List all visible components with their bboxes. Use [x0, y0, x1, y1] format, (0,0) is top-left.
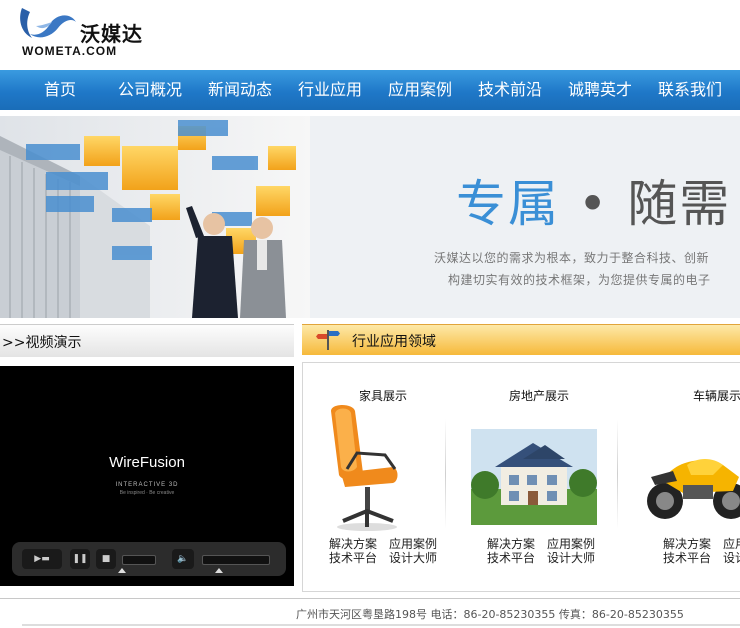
player-title: WireFusion: [109, 454, 185, 471]
footer-bottom-bar: [22, 624, 740, 626]
category-realestate-label[interactable]: 房地产展示: [509, 387, 569, 404]
player-tagline: Be inspired · Be creative: [119, 490, 175, 496]
nav-item-tech[interactable]: 技术前沿: [478, 70, 542, 110]
seek-bar[interactable]: [122, 555, 156, 565]
divider: [445, 419, 446, 529]
banner-slogan-dot: •: [577, 175, 610, 233]
realestate-designer-link[interactable]: 设计大师: [547, 549, 595, 566]
industry-section-header: 行业应用领域: [302, 324, 740, 355]
industry-section-title: 行业应用领域: [352, 334, 436, 350]
banner-image: [0, 116, 310, 318]
banner-description-line1: 沃媒达以您的需求为根本，致力于整合科技、创新: [434, 251, 710, 265]
vehicle-designer-link[interactable]: 设计: [723, 549, 740, 566]
footer-divider: [0, 598, 740, 599]
player-controls: ▶▬ ❚❚ ■ 🔈: [12, 542, 286, 576]
office-chair-image[interactable]: [323, 403, 411, 533]
furniture-designer-link[interactable]: 设计大师: [389, 549, 437, 566]
video-section-title: >>视频演示: [2, 335, 82, 351]
signpost-icon: [316, 328, 340, 352]
footer-contact-info: 广州市天河区粤垦路198号 电话：86-20-85230355 传真：86-20…: [296, 608, 684, 621]
banner-slogan-accent: 专属: [456, 175, 560, 233]
stop-icon[interactable]: ■: [96, 549, 116, 569]
video-section-header: >>视频演示: [0, 324, 294, 357]
furniture-platform-link[interactable]: 技术平台: [329, 549, 377, 566]
banner-slogan-rest: 随需: [627, 175, 732, 233]
volume-bar[interactable]: [202, 555, 270, 565]
seek-handle[interactable]: [118, 568, 126, 573]
nav-item-careers[interactable]: 诚聘英才: [568, 70, 632, 110]
category-vehicle-label[interactable]: 车辆展示: [693, 387, 740, 404]
volume-icon[interactable]: 🔈: [172, 549, 194, 569]
banner-description-line2: 构建切实有效的技术框架，为您提供专属的电子: [448, 273, 711, 287]
main-nav: 首页 公司概况 新闻动态 行业应用 应用案例 技术前沿 诚聘英才 联系我们: [0, 70, 740, 110]
volume-handle[interactable]: [215, 568, 223, 573]
header: 沃媒达 WOMETA.COM: [0, 0, 740, 70]
villa-image[interactable]: [471, 429, 597, 525]
nav-item-home[interactable]: 首页: [44, 70, 76, 110]
logo-text: 沃媒达: [80, 22, 143, 46]
nav-item-news[interactable]: 新闻动态: [208, 70, 272, 110]
nav-item-cases[interactable]: 应用案例: [388, 70, 452, 110]
vehicle-platform-link[interactable]: 技术平台: [663, 549, 711, 566]
realestate-platform-link[interactable]: 技术平台: [487, 549, 535, 566]
play-icon[interactable]: ▶▬: [22, 549, 62, 569]
player-subtitle: INTERACTIVE 3D: [115, 482, 179, 488]
banner-slogan: 专属 • 随需: [456, 164, 731, 236]
category-furniture-label[interactable]: 家具展示: [359, 387, 407, 404]
industry-showcase: 家具展示 解决方案 应用案例 技术平台 设计大师 房地产展示 解决方案 应用案例…: [302, 362, 740, 592]
logo-domain: WOMETA.COM: [22, 44, 118, 58]
nav-item-contact[interactable]: 联系我们: [658, 70, 722, 110]
divider: [617, 419, 618, 529]
logo-icon[interactable]: [16, 4, 78, 44]
nav-item-industry[interactable]: 行业应用: [298, 70, 362, 110]
pause-icon[interactable]: ❚❚: [70, 549, 90, 569]
video-player[interactable]: WireFusion INTERACTIVE 3D Be inspired · …: [0, 366, 294, 586]
hero-banner: 专属 • 随需 沃媒达以您的需求为根本，致力于整合科技、创新 构建切实有效的技术…: [0, 116, 740, 318]
motorcycle-image[interactable]: [643, 441, 740, 525]
nav-item-company[interactable]: 公司概况: [118, 70, 182, 110]
